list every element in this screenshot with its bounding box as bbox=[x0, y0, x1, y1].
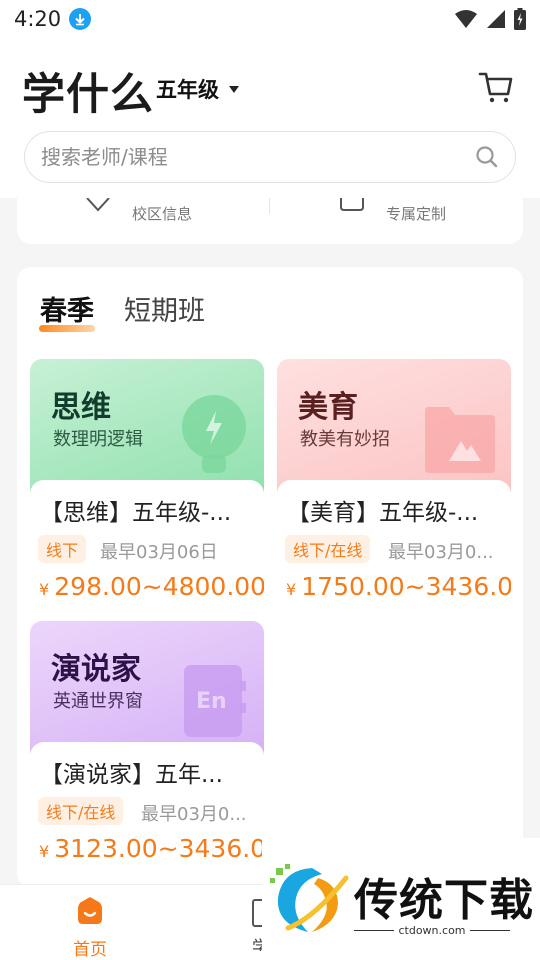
wifi-icon bbox=[455, 10, 477, 28]
banner-title: 演说家 bbox=[51, 652, 141, 687]
download-icon bbox=[69, 8, 92, 30]
banner-title: 美育 bbox=[298, 390, 358, 425]
course-start-date: 最早03月0... bbox=[388, 542, 494, 563]
search-icon[interactable] bbox=[475, 145, 499, 169]
battery-icon bbox=[514, 8, 526, 30]
course-card[interactable]: En 演说家 英通世界窗 【演说家】五年... 线下/在线 最早03月0... … bbox=[30, 621, 264, 867]
course-start-date: 最早03月06日 bbox=[100, 542, 218, 563]
tab-indicator bbox=[39, 325, 95, 332]
course-info: 【思维】五年级-... 线下 最早03月06日 ¥ 298.00~4800.00 bbox=[30, 480, 264, 605]
course-title: 【思维】五年级-... bbox=[40, 500, 232, 526]
grade-label: 五年级 bbox=[156, 78, 219, 102]
divider bbox=[269, 198, 270, 214]
divider bbox=[470, 930, 510, 931]
svg-text:En: En bbox=[196, 689, 227, 714]
english-book-icon: En bbox=[184, 665, 246, 737]
course-price: ¥ 1750.00~3436.0 bbox=[286, 572, 511, 601]
course-mode-tag: 线下/在线 bbox=[285, 535, 371, 563]
shopping-cart-icon[interactable] bbox=[478, 68, 514, 104]
watermark-brand: 传统下载 bbox=[354, 875, 534, 926]
course-card[interactable]: 美育 教美有妙招 【美育】五年级-... 线下/在线 最早03月0... ¥ 1… bbox=[277, 359, 511, 605]
quick-link-campus[interactable]: 校区信息 bbox=[132, 203, 192, 224]
course-price: ¥ 298.00~4800.00 bbox=[39, 572, 264, 601]
search-bar[interactable] bbox=[24, 131, 516, 183]
course-info: 【美育】五年级-... 线下/在线 最早03月0... ¥ 1750.00~34… bbox=[277, 480, 511, 605]
price-range: 298.00~4800.00 bbox=[54, 572, 264, 601]
course-banner: 思维 数理明逻辑 bbox=[30, 359, 264, 499]
course-title: 【美育】五年级-... bbox=[287, 500, 479, 526]
nav-home[interactable]: 首页 bbox=[62, 897, 118, 960]
quick-links-card: 校区信息 专属定制 bbox=[17, 198, 523, 244]
app-logo: 学什么 bbox=[22, 70, 154, 120]
custom-icon bbox=[340, 198, 364, 211]
course-mode-tag: 线下 bbox=[38, 535, 87, 563]
lightbulb-icon bbox=[182, 395, 246, 473]
course-card[interactable]: 思维 数理明逻辑 【思维】五年级-... 线下 最早03月06日 ¥ 298.0… bbox=[30, 359, 264, 605]
grade-selector[interactable]: 五年级 bbox=[156, 74, 239, 104]
home-icon bbox=[78, 897, 102, 924]
tab-spring[interactable]: 春季 bbox=[40, 289, 94, 328]
status-time: 4:20 bbox=[14, 7, 62, 31]
course-mode-tag: 线下/在线 bbox=[38, 797, 124, 825]
art-folder-icon bbox=[425, 407, 495, 473]
tab-short-term[interactable]: 短期班 bbox=[124, 289, 205, 328]
course-banner: En 演说家 英通世界窗 bbox=[30, 621, 264, 761]
banner-title: 思维 bbox=[51, 390, 111, 425]
app-header: 学什么 五年级 bbox=[0, 38, 540, 198]
currency-symbol: ¥ bbox=[39, 842, 50, 861]
signal-icon bbox=[487, 10, 505, 28]
caret-down-icon bbox=[229, 85, 239, 93]
banner-subtitle: 英通世界窗 bbox=[53, 691, 143, 712]
nav-home-label: 首页 bbox=[73, 940, 107, 960]
course-banner: 美育 教美有妙招 bbox=[277, 359, 511, 499]
price-range: 3123.00~3436.0 bbox=[54, 834, 264, 863]
price-range: 1750.00~3436.0 bbox=[301, 572, 511, 601]
banner-subtitle: 数理明逻辑 bbox=[53, 429, 143, 450]
location-icon bbox=[86, 198, 110, 212]
course-panel: 春季 短期班 思维 数理明逻辑 【思维】五年级-... 线下 最早03月06日 … bbox=[17, 267, 523, 887]
currency-symbol: ¥ bbox=[286, 580, 297, 599]
watermark-overlay: 传统下载 ctdown.com bbox=[262, 838, 540, 960]
status-bar: 4:20 bbox=[0, 0, 540, 38]
course-start-date: 最早03月0... bbox=[141, 804, 247, 825]
search-input[interactable] bbox=[41, 145, 475, 169]
banner-subtitle: 教美有妙招 bbox=[300, 429, 390, 450]
course-title: 【演说家】五年... bbox=[40, 762, 223, 788]
course-info: 【演说家】五年... 线下/在线 最早03月0... ¥ 3123.00~343… bbox=[30, 742, 264, 867]
brand-logo-icon bbox=[270, 864, 349, 932]
currency-symbol: ¥ bbox=[39, 580, 50, 599]
quick-link-custom[interactable]: 专属定制 bbox=[386, 203, 446, 224]
course-price: ¥ 3123.00~3436.0 bbox=[39, 834, 264, 863]
